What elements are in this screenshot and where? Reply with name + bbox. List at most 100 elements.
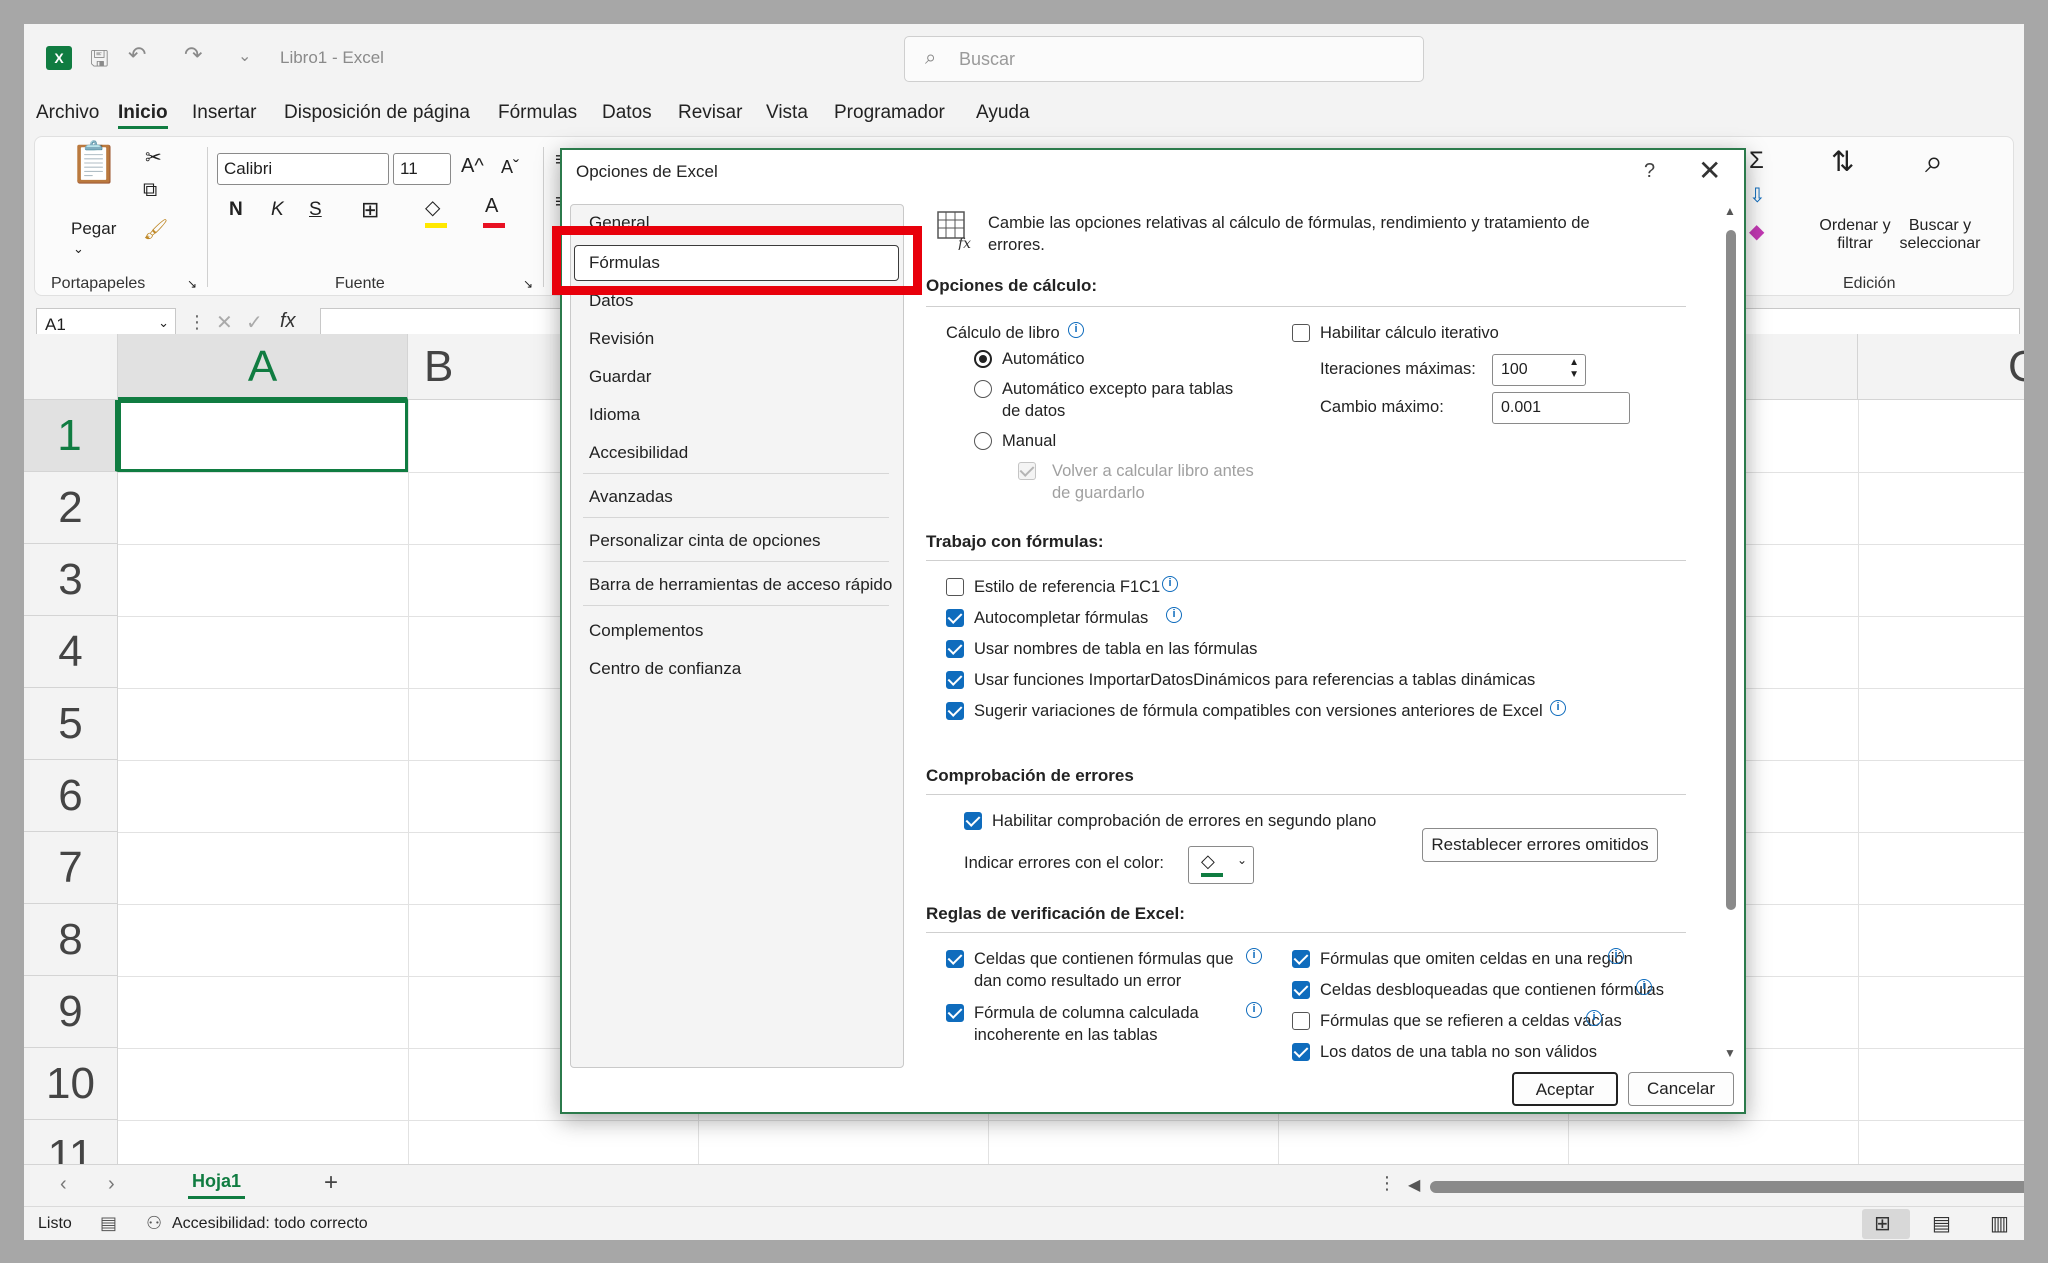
info-icon[interactable]: i <box>1586 1010 1602 1026</box>
info-icon[interactable]: i <box>1608 948 1624 964</box>
scroll-left-icon[interactable]: ◀ <box>1408 1175 1420 1195</box>
background-error-check-checkbox[interactable] <box>964 812 982 830</box>
accessibility-status[interactable]: Accesibilidad: todo correcto <box>172 1215 368 1233</box>
iterative-calc-checkbox[interactable] <box>1292 324 1310 342</box>
row-header[interactable]: 8 <box>24 904 118 976</box>
close-button[interactable]: ✕ <box>1698 154 1721 187</box>
info-icon[interactable]: i <box>1636 979 1652 995</box>
nav-item-barra-acceso-rapido[interactable]: Barra de herramientas de acceso rápido <box>589 575 892 595</box>
more-icon[interactable]: ⋮ <box>1378 1173 1396 1194</box>
radio-auto-except-tables[interactable] <box>974 380 992 398</box>
max-iterations-input[interactable]: 100 ▲ ▼ <box>1492 354 1586 386</box>
chevron-down-icon[interactable]: ⌄ <box>158 315 169 331</box>
search-box[interactable]: ⌕ Buscar <box>904 36 1424 82</box>
row-header[interactable]: 11 <box>24 1120 118 1164</box>
tab-datos[interactable]: Datos <box>602 102 652 124</box>
bold-button[interactable]: N <box>229 199 243 221</box>
nav-item-idioma[interactable]: Idioma <box>589 405 640 425</box>
radio-manual[interactable] <box>974 432 992 450</box>
more-icon[interactable]: ⋮ <box>188 312 206 333</box>
cancel-icon[interactable]: ✕ <box>216 310 233 335</box>
scroll-up-icon[interactable]: ▲ <box>1724 204 1736 218</box>
tab-disposicion[interactable]: Disposición de página <box>284 102 470 124</box>
nav-item-guardar[interactable]: Guardar <box>589 367 651 387</box>
cancel-button[interactable]: Cancelar <box>1628 1072 1734 1106</box>
nav-item-complementos[interactable]: Complementos <box>589 621 703 641</box>
tab-inicio[interactable]: Inicio <box>118 102 168 129</box>
normal-view-icon[interactable]: ⊞ <box>1874 1211 1891 1236</box>
radio-automatic[interactable] <box>974 350 992 368</box>
row-header[interactable]: 5 <box>24 688 118 760</box>
nav-item-centro-confianza[interactable]: Centro de confianza <box>589 659 741 679</box>
page-break-icon[interactable]: ▥ <box>1990 1211 2009 1236</box>
clipboard-icon[interactable]: 📋 <box>69 139 119 186</box>
enter-icon[interactable]: ✓ <box>246 310 263 335</box>
clear-icon[interactable]: ◆ <box>1749 219 1764 244</box>
borders-icon[interactable]: ⊞ <box>361 197 379 223</box>
help-button[interactable]: ? <box>1644 160 1655 183</box>
spinner-icon[interactable]: ▲ ▼ <box>1569 357 1579 381</box>
info-icon[interactable]: i <box>1162 576 1178 592</box>
row-header[interactable]: 2 <box>24 472 118 544</box>
copy-icon[interactable]: ⧉ <box>143 179 157 202</box>
horizontal-scrollbar[interactable] <box>1430 1181 2024 1193</box>
sort-filter-icon[interactable]: ⇅ <box>1831 145 1854 178</box>
dialog-launcher-icon[interactable]: ↘ <box>187 277 197 291</box>
cut-icon[interactable]: ✂ <box>145 145 162 170</box>
row-header[interactable]: 3 <box>24 544 118 616</box>
fill-color-icon[interactable]: ◇ <box>425 195 440 220</box>
font-name-select[interactable]: Calibri <box>217 153 389 185</box>
accessibility-icon[interactable]: ⚇ <box>146 1213 162 1234</box>
tab-insertar[interactable]: Insertar <box>192 102 256 124</box>
sheet-tab-hoja1[interactable]: Hoja1 <box>188 1171 246 1199</box>
font-color-icon[interactable]: A <box>485 195 498 218</box>
ok-button[interactable]: Aceptar <box>1512 1072 1618 1106</box>
row-header[interactable]: 1 <box>24 400 118 472</box>
selected-cell-a1[interactable] <box>118 400 408 472</box>
add-sheet-button[interactable]: + <box>324 1169 338 1197</box>
table-names-checkbox[interactable] <box>946 640 964 658</box>
column-header-a[interactable]: A <box>118 334 408 400</box>
italic-button[interactable]: K <box>271 199 284 221</box>
row-header[interactable]: 7 <box>24 832 118 904</box>
info-icon[interactable]: i <box>1246 948 1262 964</box>
undo-icon[interactable]: ↶ <box>128 42 146 68</box>
increase-font-icon[interactable]: A^ <box>461 155 484 178</box>
nav-item-revision[interactable]: Revisión <box>589 329 654 349</box>
chevron-right-icon[interactable]: › <box>108 1173 115 1196</box>
font-size-select[interactable]: 11 <box>393 153 451 185</box>
select-all-corner[interactable] <box>24 334 118 400</box>
info-icon[interactable]: i <box>1246 1002 1262 1018</box>
rule-inconsistent-column-checkbox[interactable] <box>946 1004 964 1022</box>
tab-programador[interactable]: Programador <box>834 102 945 124</box>
row-header[interactable]: 4 <box>24 616 118 688</box>
r1c1-checkbox[interactable] <box>946 578 964 596</box>
decrease-font-icon[interactable]: Aˇ <box>501 157 519 178</box>
row-header[interactable]: 10 <box>24 1048 118 1120</box>
rule-unlocked-cells-checkbox[interactable] <box>1292 981 1310 999</box>
info-icon[interactable]: i <box>1550 700 1566 716</box>
options-scrollbar[interactable]: ▲ ▼ <box>1722 204 1740 1066</box>
rule-empty-cells-checkbox[interactable] <box>1292 1012 1310 1030</box>
info-icon[interactable]: i <box>1068 322 1084 338</box>
rule-table-data-checkbox[interactable] <box>1292 1043 1310 1061</box>
tab-archivo[interactable]: Archivo <box>36 102 99 124</box>
nav-item-avanzadas[interactable]: Avanzadas <box>589 487 673 507</box>
find-icon[interactable]: ⌕ <box>1925 143 1943 181</box>
compat-formulas-checkbox[interactable] <box>946 702 964 720</box>
insert-function-icon[interactable]: fx <box>280 310 296 333</box>
row-header[interactable]: 9 <box>24 976 118 1048</box>
column-header-g[interactable]: G <box>1858 334 2024 400</box>
scrollbar-thumb[interactable] <box>1726 230 1736 910</box>
rule-omit-cells-checkbox[interactable] <box>1292 950 1310 968</box>
info-icon[interactable]: i <box>1166 607 1182 623</box>
underline-button[interactable]: S <box>309 199 322 221</box>
reset-ignored-errors-button[interactable]: Restablecer errores omitidos <box>1422 828 1658 862</box>
macro-icon[interactable]: ▤ <box>100 1213 117 1234</box>
nav-item-accesibilidad[interactable]: Accesibilidad <box>589 443 688 463</box>
autosum-icon[interactable]: Σ <box>1749 147 1764 175</box>
find-select-button[interactable]: Buscar y seleccionar <box>1883 217 1997 253</box>
save-icon[interactable]: 🖫 <box>90 42 109 80</box>
chevron-down-icon[interactable]: ⌄ <box>73 241 84 257</box>
autocomplete-checkbox[interactable] <box>946 609 964 627</box>
